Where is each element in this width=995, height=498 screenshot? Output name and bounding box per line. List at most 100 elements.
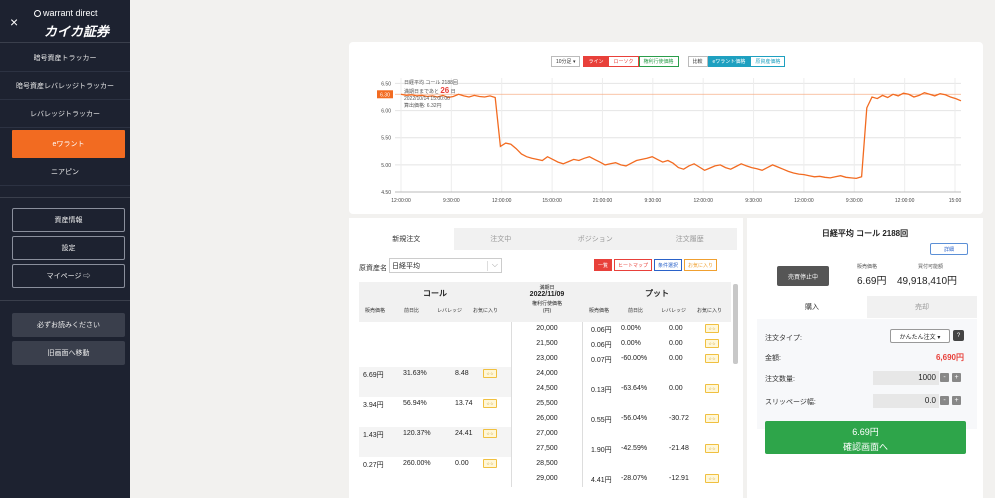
favorite-star-icon[interactable]: ☆☆: [705, 384, 719, 393]
sidebar-item-leverage-tracker[interactable]: レバレッジトラッカー: [0, 100, 130, 128]
list-view-button[interactable]: 一覧: [594, 259, 613, 271]
underlying-label: 原資産名: [359, 265, 387, 272]
confirm-button[interactable]: 6.69円 確認画面へ: [765, 421, 966, 454]
favorite-star-icon[interactable]: ☆☆: [705, 414, 719, 423]
table-row[interactable]: 21,500 0.06円 0.00% 0.00 ☆☆: [359, 337, 731, 352]
detail-button[interactable]: 詳細: [930, 243, 968, 255]
table-row[interactable]: 20,000 0.06円 0.00% 0.00 ☆☆: [359, 322, 731, 337]
table-row[interactable]: 29,000 4.41円 -28.07% -12.91 ☆☆: [359, 472, 731, 487]
call-change: 56.94%: [403, 400, 427, 407]
tab-new-order[interactable]: 新規注文: [359, 228, 454, 250]
tab-pending-orders[interactable]: 注文中: [453, 228, 548, 250]
favorite-star-icon[interactable]: ☆☆: [483, 399, 497, 408]
strike-header: 満期日 2022/11/09 権利行使価格 (円): [511, 282, 583, 322]
sidebar-item-crypto-leverage-tracker[interactable]: 暗号資産レバレッジトラッカー: [0, 72, 130, 100]
tab-buy[interactable]: 購入: [757, 296, 867, 318]
strike-price: 27,500: [511, 442, 583, 457]
table-row[interactable]: 1.43円 120.37% 24.41 ☆☆ 27,000: [359, 427, 731, 457]
table-row[interactable]: 26,000 0.55円 -56.04% -30.72 ☆☆: [359, 412, 731, 427]
favorite-star-icon[interactable]: ☆☆: [705, 354, 719, 363]
table-row[interactable]: 23,000 0.07円 -60.00% 0.00 ☆☆: [359, 352, 731, 367]
quantity-minus-button[interactable]: -: [940, 373, 949, 382]
favorite-star-icon[interactable]: ☆☆: [705, 324, 719, 333]
call-price: 1.43円: [363, 432, 384, 439]
price-series-line: [400, 92, 962, 180]
trading-stopped-badge: 売買停止中: [777, 266, 829, 286]
brand-logo-icon: [34, 10, 41, 17]
order-type-select[interactable]: かんたん注文 ▾: [890, 329, 950, 343]
put-leverage: 0.00: [669, 325, 683, 332]
mypage-button[interactable]: マイページ ⇨: [12, 264, 125, 288]
close-icon[interactable]: ×: [10, 14, 18, 30]
table-row[interactable]: 24,500 0.13円 -63.64% 0.00 ☆☆: [359, 382, 731, 397]
old-screen-button[interactable]: 旧画面へ移動: [12, 341, 125, 365]
sidebar-item-ewarrant[interactable]: eワラント: [12, 130, 125, 158]
favorite-star-icon[interactable]: ☆☆: [705, 339, 719, 348]
sidebar: × warrant direct カイカ証券 暗号資産トラッカー 暗号資産レバレ…: [0, 0, 130, 498]
divider: [0, 197, 130, 198]
x-tick-label: 9:30:00: [846, 198, 863, 204]
filter-view-button[interactable]: 条件選択: [654, 259, 683, 271]
strike-unit: (円): [542, 308, 552, 314]
col-price: 販売価格: [365, 308, 386, 314]
asset-info-button[interactable]: 資産情報: [12, 208, 125, 232]
order-type-label: 注文タイプ:: [765, 335, 802, 342]
quantity-input[interactable]: 1000: [873, 371, 939, 385]
heatmap-view-button[interactable]: ヒートマップ: [614, 259, 653, 271]
put-title: プット: [645, 289, 669, 298]
favorite-star-icon[interactable]: ☆☆: [483, 429, 497, 438]
put-price: 0.13円: [591, 387, 612, 394]
order-tabs: 新規注文 注文中 ポジション 注文履歴: [359, 228, 737, 250]
tab-sell[interactable]: 売却: [867, 296, 977, 318]
table-scrollbar[interactable]: [733, 284, 738, 364]
strike-price: 26,000: [511, 412, 583, 427]
call-change: 31.63%: [403, 370, 427, 377]
x-tick-label: 12:00:00: [492, 198, 512, 204]
table-row[interactable]: 3.94円 56.94% 13.74 ☆☆ 25,500: [359, 397, 731, 427]
x-tick-label: 12:00:00: [391, 198, 411, 204]
quantity-plus-button[interactable]: +: [952, 373, 961, 382]
call-price: 6.69円: [363, 372, 384, 379]
x-tick-label: 21:00:00: [593, 198, 613, 204]
tab-order-history[interactable]: 注文履歴: [642, 228, 737, 250]
quantity-label: 注文数量:: [765, 376, 795, 383]
favorite-star-icon[interactable]: ☆☆: [705, 444, 719, 453]
help-icon[interactable]: ?: [953, 330, 964, 341]
x-tick-label: 9:30:00: [745, 198, 762, 204]
sidebar-item-nearpin[interactable]: ニアピン: [0, 158, 130, 186]
sidebar-item-crypto-tracker[interactable]: 暗号資産トラッカー: [0, 44, 130, 72]
settings-button[interactable]: 設定: [12, 236, 125, 260]
strike-price: 21,500: [511, 337, 583, 352]
buy-power-label: 買付可能額: [918, 264, 944, 270]
strike-price: 27,000: [511, 427, 583, 442]
put-change: -42.59%: [621, 445, 648, 452]
slippage-plus-button[interactable]: +: [952, 396, 961, 405]
put-leverage: -30.72: [669, 415, 689, 422]
put-leverage: 0.00: [669, 385, 683, 392]
trade-panel: 日経平均 コール 2188回 詳細 売買停止中 販売価格 6.69円 買付可能額…: [747, 218, 983, 498]
slippage-minus-button[interactable]: -: [940, 396, 949, 405]
favorite-star-icon[interactable]: ☆☆: [483, 369, 497, 378]
tab-positions[interactable]: ポジション: [548, 228, 643, 250]
table-row[interactable]: 6.69円 31.63% 8.48 ☆☆ 24,000: [359, 367, 731, 397]
table-row[interactable]: 27,500 1.90円 -42.59% -21.48 ☆☆: [359, 442, 731, 457]
put-leverage: -21.48: [669, 445, 689, 452]
divider: [0, 300, 130, 301]
put-price: 0.07円: [591, 357, 612, 364]
x-tick-label: 12:00:00: [794, 198, 814, 204]
favorite-star-icon[interactable]: ☆☆: [483, 459, 497, 468]
underlying-select[interactable]: 日経平均 ⌵: [389, 258, 502, 273]
sell-price-label: 販売価格: [857, 264, 878, 270]
table-row[interactable]: 0.27円 260.00% 0.00 ☆☆ 28,500: [359, 457, 731, 487]
confirm-price: 6.69円: [852, 427, 879, 437]
legend-datetime: 2022/10/14 15:00:00: [404, 96, 450, 102]
trade-tabs: 購入 売却: [757, 296, 977, 318]
must-read-button[interactable]: 必ずお読みください: [12, 313, 125, 337]
favorite-star-icon[interactable]: ☆☆: [705, 474, 719, 483]
order-form: 注文タイプ: かんたん注文 ▾ ? 金額: 6,690円 注文数量: 1000 …: [757, 319, 977, 429]
slippage-input[interactable]: 0.0: [873, 394, 939, 408]
price-chart: 6.506.005.505.004.5012:00:00 9:30:00 12:00…: [377, 78, 962, 204]
put-leverage: 0.00: [669, 355, 683, 362]
favorites-view-button[interactable]: お気に入り: [684, 259, 718, 271]
put-change: -28.07%: [621, 475, 648, 482]
